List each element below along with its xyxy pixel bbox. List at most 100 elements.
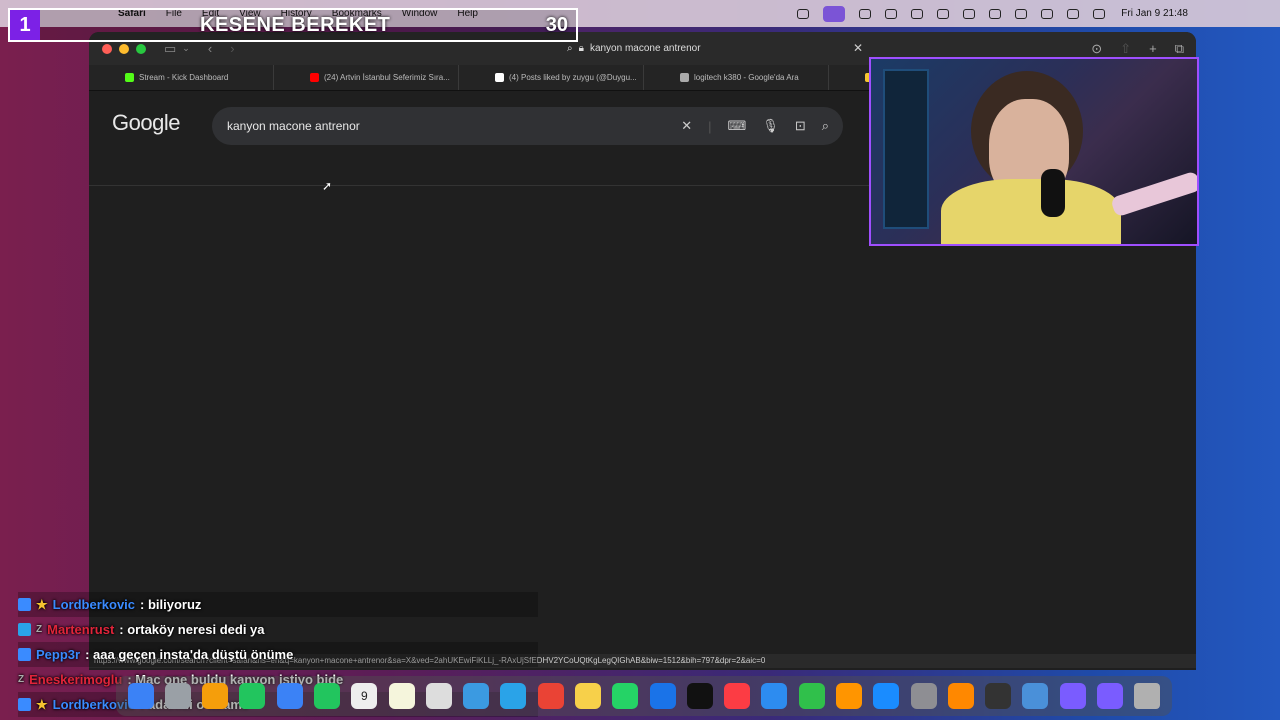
mail-icon[interactable] [276,683,303,709]
menu-clock[interactable]: Fri Jan 9 21:48 [1121,8,1188,19]
tab-label: (24) Artvin İstanbul Seferimiz Sıra... [324,73,450,82]
kick-badge-icon [18,598,31,611]
share-icon[interactable]: ⇧ [1120,41,1131,57]
address-bar[interactable]: ⌕ 🔒︎ kanyon macone antrenor ✕ [567,38,865,58]
tab-x-posts[interactable]: (4) Posts liked by zuygu (@Duygu... [459,65,644,90]
streamdeck2-icon[interactable] [1096,683,1123,709]
pages-icon[interactable] [835,683,862,709]
kick-badge-icon [18,648,31,661]
search-icon[interactable] [1067,8,1079,19]
calendar-icon[interactable]: 9 [351,683,378,709]
telegram-icon[interactable] [500,683,527,709]
close-window-button[interactable] [102,43,112,54]
camera-search-icon[interactable]: ⊡ [795,118,806,134]
back-arrow-icon[interactable]: ‹ [208,41,212,56]
keynote-icon[interactable] [761,683,788,709]
stage-manager-icon[interactable] [823,5,845,22]
apple-tv-icon[interactable] [686,683,713,709]
finder-icon[interactable] [127,683,154,709]
chevron-down-icon[interactable]: ⌄ [182,43,190,54]
numbers-icon[interactable] [798,683,825,709]
chat-username: Lordberkovic [52,597,136,612]
google-icon [680,73,689,82]
new-tab-icon[interactable]: + [1149,41,1157,57]
sidebar-icon[interactable]: ▭ [164,41,176,57]
zoom-window-button[interactable] [136,43,146,54]
chat-text: : biliyoruz [140,597,202,612]
gem-icon [18,623,31,636]
sync-icon[interactable] [963,8,975,19]
tab-label: (4) Posts liked by zuygu (@Duygu... [509,73,637,82]
cloud-icon[interactable] [937,8,949,19]
z-icon: Z [18,674,25,685]
address-text[interactable]: kanyon macone antrenor [590,43,701,54]
close-tab-icon[interactable]: ✕ [853,41,863,55]
google-logo[interactable]: Google [112,110,180,136]
reminders-icon[interactable] [425,683,452,709]
control-center-icon[interactable] [1093,8,1105,19]
google-search-box[interactable]: kanyon macone antrenor ✕ | ⌨ 🎙︎ ⊡ ⌕ [212,107,843,145]
microphone-icon[interactable]: 🎙︎ [762,118,779,134]
notes-icon[interactable] [388,683,415,709]
microphone [1041,169,1065,217]
minimize-window-button[interactable] [119,43,129,54]
toolbar-right-buttons: ⊙ ⇧ + ⧉ [1091,41,1184,57]
stickies-icon[interactable] [575,683,602,709]
whatsapp-icon[interactable] [612,683,639,709]
kick-badge-icon [18,698,31,711]
tab-overview-icon[interactable]: ⧉ [1175,41,1184,57]
music-icon[interactable] [724,683,751,709]
stream-title-overlay: 1 KESENE BEREKET 30 [8,8,578,42]
tab-label: logitech k380 - Google'da Ara [694,73,799,82]
window-controls [102,43,146,54]
chat-username: Pepp3r [36,647,81,662]
chat-message: Pepp3r : aaa geçen insta'da düştü önüme [18,642,538,667]
preview-icon[interactable] [1022,683,1049,709]
streamdeck-icon[interactable] [1059,683,1086,709]
vlc-icon[interactable] [947,683,974,709]
chat-text: : ortaköy neresi dedi ya [119,622,265,637]
webcam-feed [869,57,1199,246]
keyboard-icon[interactable]: ⌨ [728,118,747,134]
star-icon: ★ [36,696,48,712]
chrome-icon[interactable] [537,683,564,709]
obs-icon[interactable] [985,683,1012,709]
chat-username: Eneskerimoglu [29,672,123,687]
tab-youtube[interactable]: (24) Artvin İstanbul Seferimiz Sıra... [274,65,459,90]
record-icon[interactable] [911,8,923,19]
kick-icon [125,73,134,82]
safari-icon[interactable] [463,683,490,709]
tab-google-search[interactable]: logitech k380 - Google'da Ara [644,65,829,90]
z-icon: Z [36,624,43,635]
mic-arm [1110,170,1197,218]
overlay-title: KESENE BEREKET [200,13,391,36]
overlay-number: 1 [10,10,40,40]
launchpad-icon[interactable] [164,683,191,709]
streamer-shirt [941,179,1121,244]
play-icon[interactable] [989,8,1001,19]
search-icon: ⌕ [567,42,573,54]
mouse-cursor-icon: ➚ [322,179,333,193]
settings-icon[interactable] [910,683,937,709]
tab-label: Stream - Kick Dashboard [139,73,229,82]
facetime-icon[interactable] [314,683,341,709]
forward-arrow-icon[interactable]: › [230,41,234,56]
freeform-icon[interactable] [649,683,676,709]
wifi-icon[interactable] [1041,8,1053,19]
app-store-icon[interactable] [873,683,900,709]
grid-icon[interactable] [885,8,897,19]
trash-icon[interactable] [1134,683,1161,709]
obs-status-icon[interactable] [797,8,809,19]
search-query-text[interactable]: kanyon macone antrenor [227,119,360,133]
photos-icon[interactable] [202,683,229,709]
tab-kick-dashboard[interactable]: Stream - Kick Dashboard [89,65,274,90]
downloads-icon[interactable]: ⊙ [1091,41,1102,57]
clear-icon[interactable]: ✕ [681,118,692,134]
battery-icon[interactable] [1015,8,1027,19]
search-icon[interactable]: ⌕ [822,118,829,134]
status-icons [797,5,1105,22]
messages-icon[interactable] [239,683,266,709]
chat-message: ★ Lordberkovic : biliyoruz [18,592,538,617]
screen-icon[interactable] [859,8,871,19]
chat-message: Z Martenrust : ortaköy neresi dedi ya [18,617,538,642]
